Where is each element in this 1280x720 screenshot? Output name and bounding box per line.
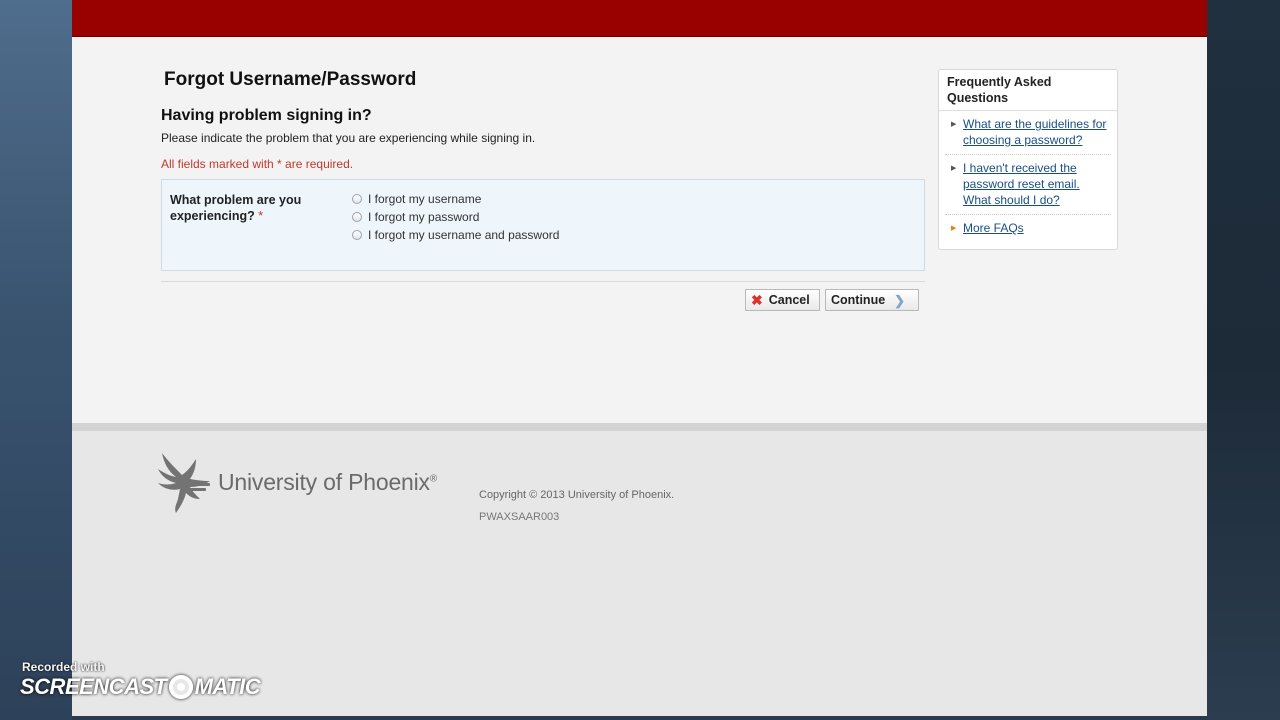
record-icon <box>168 675 193 699</box>
faq-panel: Frequently Asked Questions ▶ What are th… <box>938 69 1118 250</box>
form-divider <box>161 281 925 282</box>
faq-link-more-faqs[interactable]: More FAQs <box>963 221 1024 235</box>
desktop-left-edge <box>0 0 72 720</box>
faq-item: ▶ What are the guidelines for choosing a… <box>945 111 1111 155</box>
option-label: I forgot my password <box>368 210 480 224</box>
radio-forgot-username[interactable] <box>352 194 362 204</box>
instructions-text: Please indicate the problem that you are… <box>161 131 536 145</box>
required-marker: * <box>258 209 264 223</box>
recorded-with-label: Recorded with <box>22 660 105 674</box>
faq-list: ▶ What are the guidelines for choosing a… <box>939 111 1117 242</box>
triangle-bullet-icon: ▶ <box>951 165 957 172</box>
cancel-button-label: Cancel <box>768 293 810 307</box>
problem-question-label: What problem are you experiencing? * <box>170 192 330 224</box>
logo-wordmark: University of Phoenix® <box>218 469 437 496</box>
triangle-bullet-icon: ▶ <box>951 121 957 128</box>
option-label: I forgot my username <box>368 192 482 206</box>
option-forgot-password[interactable]: I forgot my password <box>352 208 559 226</box>
option-forgot-both[interactable]: I forgot my username and password <box>352 226 559 244</box>
phoenix-bird-icon <box>158 453 210 513</box>
radio-forgot-password[interactable] <box>352 212 362 222</box>
continue-button[interactable]: Continue ❯ <box>825 289 919 311</box>
problem-question-text: What problem are you experiencing? <box>170 193 302 223</box>
radio-forgot-both[interactable] <box>352 230 362 240</box>
chevron-right-icon: ❯ <box>894 292 906 308</box>
browser-viewport: Forgot Username/Password Having problem … <box>72 0 1207 716</box>
page-title: Forgot Username/Password <box>164 69 417 90</box>
copyright-text: Copyright © 2013 University of Phoenix. <box>479 489 675 501</box>
page-code: PWAXSAAR003 <box>479 511 560 523</box>
watermark-brand-right: MATIC <box>194 674 261 699</box>
site-footer: University of Phoenix® Copyright © 2013 … <box>72 423 1207 716</box>
option-label: I forgot my username and password <box>368 228 560 242</box>
triangle-bullet-icon: ▶ <box>951 225 957 232</box>
x-icon: ✖ <box>751 292 763 308</box>
screencast-watermark: SCREENCAST MATIC <box>20 674 261 700</box>
main-content: Forgot Username/Password Having problem … <box>72 37 1207 423</box>
problem-form: What problem are you experiencing? * I f… <box>161 179 925 271</box>
faq-item: ▶ I haven't received the password reset … <box>945 155 1111 215</box>
continue-button-label: Continue <box>831 293 886 307</box>
watermark-brand-left: SCREENCAST <box>20 674 167 699</box>
faq-title: Frequently Asked Questions <box>939 70 1117 111</box>
problem-options: I forgot my username I forgot my passwor… <box>352 190 559 244</box>
option-forgot-username[interactable]: I forgot my username <box>352 190 559 208</box>
cancel-button[interactable]: ✖ Cancel <box>745 289 820 311</box>
section-title: Having problem signing in? <box>161 107 372 124</box>
logo-text: University of Phoenix <box>218 468 430 495</box>
faq-link-reset-email[interactable]: I haven't received the password reset em… <box>963 161 1080 207</box>
desktop-right-edge <box>1207 0 1280 720</box>
faq-item: ▶ More FAQs <box>945 215 1111 242</box>
university-logo: University of Phoenix® <box>154 449 437 515</box>
required-fields-note: All fields marked with * are required. <box>161 157 354 171</box>
site-header-bar <box>72 0 1207 37</box>
registered-mark: ® <box>429 472 438 484</box>
faq-link-password-guidelines[interactable]: What are the guidelines for choosing a p… <box>963 117 1106 147</box>
